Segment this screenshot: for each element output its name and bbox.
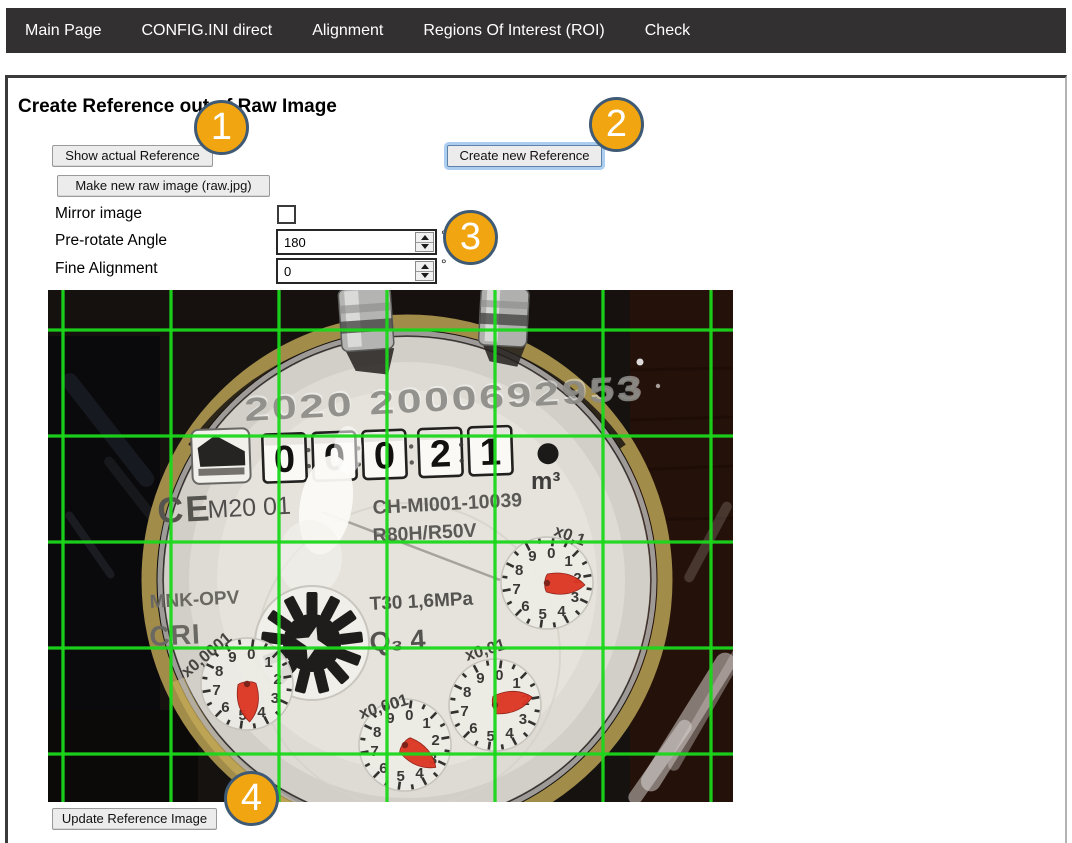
pre-rotate-angle-label: Pre-rotate Angle [55,232,167,250]
svg-text:8: 8 [373,724,381,741]
chevron-down-icon [421,244,429,249]
svg-text:CE: CE [156,487,212,531]
svg-text:7: 7 [212,682,220,699]
create-new-reference-button[interactable]: Create new Reference [447,145,602,167]
fine-alignment-input-wrap [276,258,437,284]
spinner-down-button[interactable] [416,243,433,252]
pre-rotate-angle-input[interactable] [278,231,414,253]
svg-text:1: 1 [264,654,272,671]
show-actual-reference-button[interactable]: Show actual Reference [52,145,213,167]
svg-text:8: 8 [515,562,523,579]
svg-text:4: 4 [557,603,566,620]
nav-item-config-ini[interactable]: CONFIG.INI direct [142,22,273,40]
svg-text:6: 6 [221,699,229,716]
meter-photo: 2020 2000692953 2020 2000692953 00021 m³… [48,290,733,802]
svg-text:7: 7 [460,703,468,720]
nav-item-roi[interactable]: Regions Of Interest (ROI) [423,22,604,40]
pre-rotate-spinner [415,232,434,252]
svg-text:0: 0 [547,545,555,562]
reference-image: 2020 2000692953 2020 2000692953 00021 m³… [48,290,733,802]
svg-text:8: 8 [463,684,471,701]
svg-text:0: 0 [405,707,413,724]
annotation-step-2: 2 [589,97,644,152]
svg-text:6: 6 [521,598,529,615]
svg-text:0: 0 [373,435,396,478]
svg-text:6: 6 [469,720,477,737]
annotation-step-3: 3 [443,210,498,265]
unit-label: m³ [531,468,560,495]
svg-text:9: 9 [228,649,236,666]
top-nav: Main Page CONFIG.INI direct Alignment Re… [6,8,1066,53]
spinner-up-button[interactable] [416,262,433,272]
fine-alignment-label: Fine Alignment [55,260,158,278]
svg-text:2: 2 [431,732,439,749]
chevron-down-icon [421,273,429,278]
make-new-raw-image-button[interactable]: Make new raw image (raw.jpg) [57,175,270,197]
svg-text:Q₃ 4: Q₃ 4 [369,624,427,657]
svg-text:7: 7 [512,581,520,598]
svg-text:1: 1 [512,675,520,692]
svg-text:2: 2 [429,433,452,476]
svg-text:7: 7 [370,743,378,760]
annotation-step-4: 4 [224,771,279,826]
svg-text:1: 1 [422,715,430,732]
nav-item-main-page[interactable]: Main Page [25,22,102,40]
svg-text:4: 4 [257,704,266,721]
chevron-up-icon [421,264,429,269]
nav-item-check[interactable]: Check [645,22,690,40]
pre-rotate-angle-input-wrap [276,229,437,255]
svg-text:1: 1 [564,553,572,570]
spinner-up-button[interactable] [416,233,433,243]
annotation-step-1: 1 [194,100,249,155]
svg-text:8: 8 [215,663,223,680]
update-reference-image-button[interactable]: Update Reference Image [52,808,217,830]
nav-item-alignment[interactable]: Alignment [312,22,383,40]
spinner-down-button[interactable] [416,272,433,281]
mirror-image-checkbox[interactable] [277,205,296,224]
page-title: Create Reference out of Raw Image [18,96,337,118]
svg-text:9: 9 [476,670,484,687]
svg-text:5: 5 [397,768,405,785]
svg-text:3: 3 [519,711,527,728]
svg-text:1: 1 [479,431,502,474]
svg-text:9: 9 [528,548,536,565]
degree-symbol: ° [441,256,447,272]
chevron-up-icon [421,235,429,240]
fine-alignment-input[interactable] [278,260,414,282]
svg-text:4: 4 [505,725,514,742]
mirror-image-label: Mirror image [55,205,142,223]
fine-alignment-spinner [415,261,434,281]
svg-text:0: 0 [273,439,296,482]
svg-text:5: 5 [539,606,547,623]
page: Main Page CONFIG.INI direct Alignment Re… [0,0,1072,843]
